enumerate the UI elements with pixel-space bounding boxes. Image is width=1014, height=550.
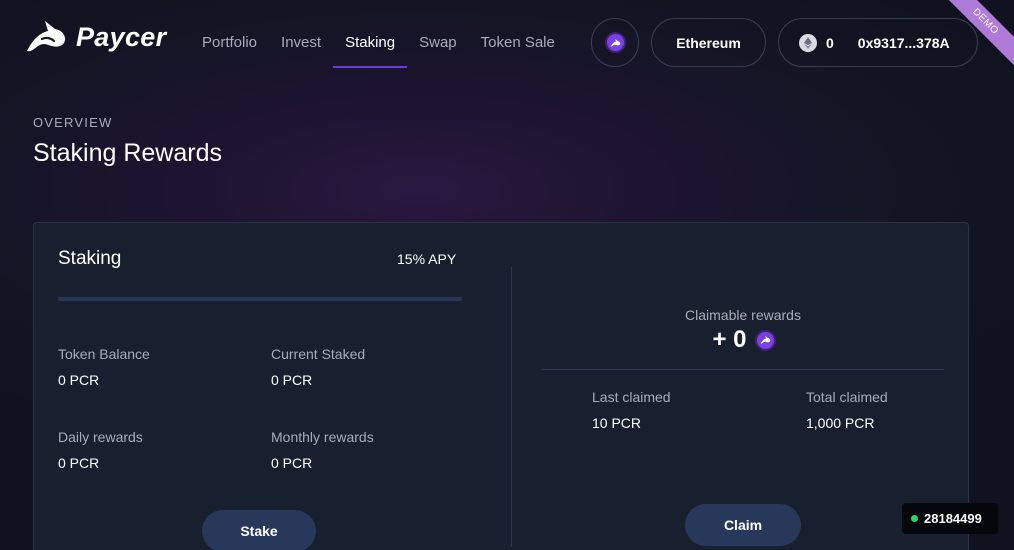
stake-button[interactable]: Stake bbox=[202, 510, 316, 550]
token-balance-stat: Token Balance 0 PCR bbox=[58, 346, 150, 388]
current-staked-stat: Current Staked 0 PCR bbox=[271, 346, 365, 388]
nav-swap[interactable]: Swap bbox=[407, 0, 469, 86]
last-claimed-label: Last claimed bbox=[592, 389, 671, 405]
token-balance-label: Token Balance bbox=[58, 346, 150, 362]
wallet-balance: 0 bbox=[826, 34, 834, 51]
last-claimed-value: 10 PCR bbox=[592, 415, 642, 431]
wallet-address: 0x9317...378A bbox=[857, 34, 950, 51]
claimable-amount: + 0 bbox=[712, 326, 747, 353]
staking-progress-bar bbox=[58, 297, 462, 301]
nav-token-sale[interactable]: Token Sale bbox=[469, 0, 567, 86]
page-overline: OVERVIEW bbox=[33, 115, 113, 130]
staking-title: Staking bbox=[58, 248, 122, 269]
daily-rewards-value: 0 PCR bbox=[58, 455, 100, 471]
network-selector[interactable]: Ethereum bbox=[651, 18, 766, 67]
ethereum-icon bbox=[799, 33, 817, 52]
brand-logo[interactable]: Paycer bbox=[24, 17, 166, 57]
monthly-rewards-stat: Monthly rewards 0 PCR bbox=[271, 429, 374, 471]
nav-portfolio[interactable]: Portfolio bbox=[190, 0, 269, 86]
brand-name: Paycer bbox=[76, 21, 167, 52]
block-number: 28184499 bbox=[924, 511, 982, 526]
claim-button[interactable]: Claim bbox=[685, 504, 801, 546]
nav-invest[interactable]: Invest bbox=[269, 0, 333, 86]
daily-rewards-stat: Daily rewards 0 PCR bbox=[58, 429, 143, 471]
token-button[interactable] bbox=[591, 18, 639, 67]
main-nav: Portfolio Invest Staking Swap Token Sale bbox=[190, 0, 567, 86]
current-staked-label: Current Staked bbox=[271, 346, 366, 362]
claimable-rewards-label: Claimable rewards bbox=[685, 307, 801, 323]
claimable-rewards-value: + 0 bbox=[542, 326, 944, 354]
total-claimed-stat: Total claimed 1,000 PCR bbox=[806, 389, 888, 431]
paycer-token-icon bbox=[606, 34, 624, 51]
top-header: Paycer Portfolio Invest Staking Swap Tok… bbox=[0, 0, 1014, 86]
rewards-divider bbox=[542, 369, 944, 370]
paycer-logo-icon bbox=[27, 21, 65, 52]
card-divider bbox=[511, 267, 512, 547]
current-staked-value: 0 PCR bbox=[271, 372, 313, 388]
staking-card: Staking 15% APY Token Balance 0 PCR Curr… bbox=[33, 222, 969, 550]
monthly-rewards-label: Monthly rewards bbox=[271, 429, 374, 445]
daily-rewards-label: Daily rewards bbox=[58, 429, 143, 445]
block-number-badge: 28184499 bbox=[902, 503, 998, 534]
status-dot-icon bbox=[911, 515, 918, 522]
paycer-token-icon bbox=[756, 331, 774, 349]
monthly-rewards-value: 0 PCR bbox=[271, 455, 313, 471]
wallet-button[interactable]: 0 0x9317...378A bbox=[778, 18, 978, 67]
page-title: Staking Rewards bbox=[33, 139, 222, 167]
token-balance-value: 0 PCR bbox=[58, 372, 100, 388]
total-claimed-value: 1,000 PCR bbox=[806, 415, 875, 431]
total-claimed-label: Total claimed bbox=[806, 389, 888, 405]
last-claimed-stat: Last claimed 10 PCR bbox=[592, 389, 671, 431]
nav-staking[interactable]: Staking bbox=[333, 0, 408, 86]
apy-label: 15% APY bbox=[397, 251, 457, 267]
